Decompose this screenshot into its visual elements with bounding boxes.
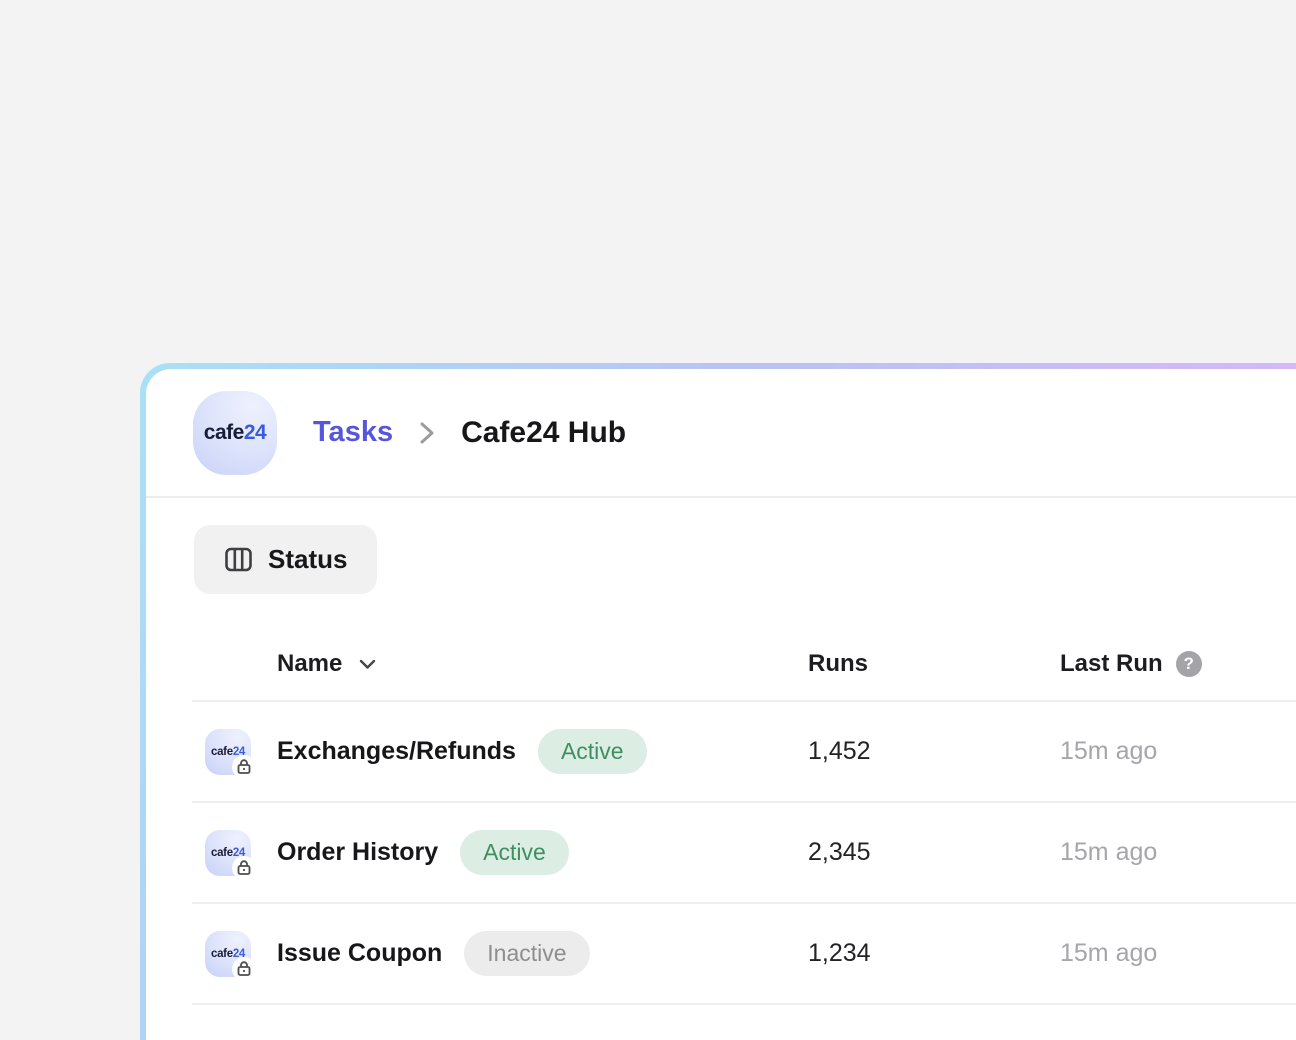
lock-icon [232, 856, 256, 880]
cafe24-lock-avatar: cafe24 [205, 830, 251, 876]
last-run-value: 15m ago [1060, 939, 1296, 968]
cafe24-lock-avatar: cafe24 [205, 729, 251, 775]
table-row[interactable]: cafe24 Order History Active 2,345 15m [146, 803, 1296, 902]
status-badge: Inactive [464, 931, 589, 976]
tasks-table: Name Runs Last Run ? cafe24 [146, 594, 1296, 1005]
task-name-cell: cafe24 Order History Active [205, 830, 808, 876]
logo-text-prefix: cafe [204, 421, 244, 445]
table-divider [192, 1003, 1296, 1005]
status-badge: Active [460, 830, 569, 875]
question-mark-icon[interactable]: ? [1176, 651, 1202, 677]
breadcrumb-chevron-icon [417, 418, 437, 448]
column-header-last-run: Last Run ? [1060, 650, 1296, 678]
task-name: Issue Coupon [277, 939, 442, 968]
page-title: Cafe24 Hub [461, 416, 626, 450]
status-button-label: Status [268, 544, 347, 575]
avatar-text-prefix: cafe [211, 847, 233, 859]
runs-column-label: Runs [808, 650, 868, 678]
runs-value: 1,234 [808, 939, 1060, 968]
runs-value: 1,452 [808, 737, 1060, 766]
toolbar: Status [146, 498, 1296, 594]
cafe24-lock-avatar: cafe24 [205, 931, 251, 977]
breadcrumb: Tasks Cafe24 Hub [313, 416, 626, 450]
breadcrumb-tasks-link[interactable]: Tasks [313, 416, 393, 449]
task-name: Exchanges/Refunds [277, 737, 516, 766]
task-name-cell: cafe24 Issue Coupon Inactive [205, 931, 808, 977]
lock-icon [232, 755, 256, 779]
status-filter-button[interactable]: Status [194, 525, 377, 594]
avatar-text-prefix: cafe [211, 746, 233, 758]
lock-icon [232, 957, 256, 981]
task-name: Order History [277, 838, 438, 867]
tasks-card-body: cafe24 Tasks Cafe24 Hub [146, 369, 1296, 1040]
chevron-down-icon [359, 659, 376, 670]
table-row[interactable]: cafe24 Exchanges/Refunds Active 1,452 [146, 702, 1296, 801]
table-row[interactable]: cafe24 Issue Coupon Inactive 1,234 15 [146, 904, 1296, 1003]
name-column-label: Name [277, 650, 342, 678]
task-name-cell: cafe24 Exchanges/Refunds Active [205, 729, 808, 775]
cafe24-logo: cafe24 [193, 391, 277, 475]
column-header-name[interactable]: Name [205, 650, 808, 678]
columns-icon [224, 545, 253, 574]
last-run-value: 15m ago [1060, 838, 1296, 867]
last-run-column-label: Last Run [1060, 650, 1163, 678]
tasks-card: cafe24 Tasks Cafe24 Hub [140, 363, 1296, 1040]
card-header: cafe24 Tasks Cafe24 Hub [146, 369, 1296, 496]
logo-text-suffix: 24 [244, 421, 266, 445]
status-badge: Active [538, 729, 647, 774]
last-run-value: 15m ago [1060, 737, 1296, 766]
runs-value: 2,345 [808, 838, 1060, 867]
table-header-row: Name Runs Last Run ? [146, 594, 1296, 700]
column-header-runs: Runs [808, 650, 1060, 678]
avatar-text-prefix: cafe [211, 948, 233, 960]
